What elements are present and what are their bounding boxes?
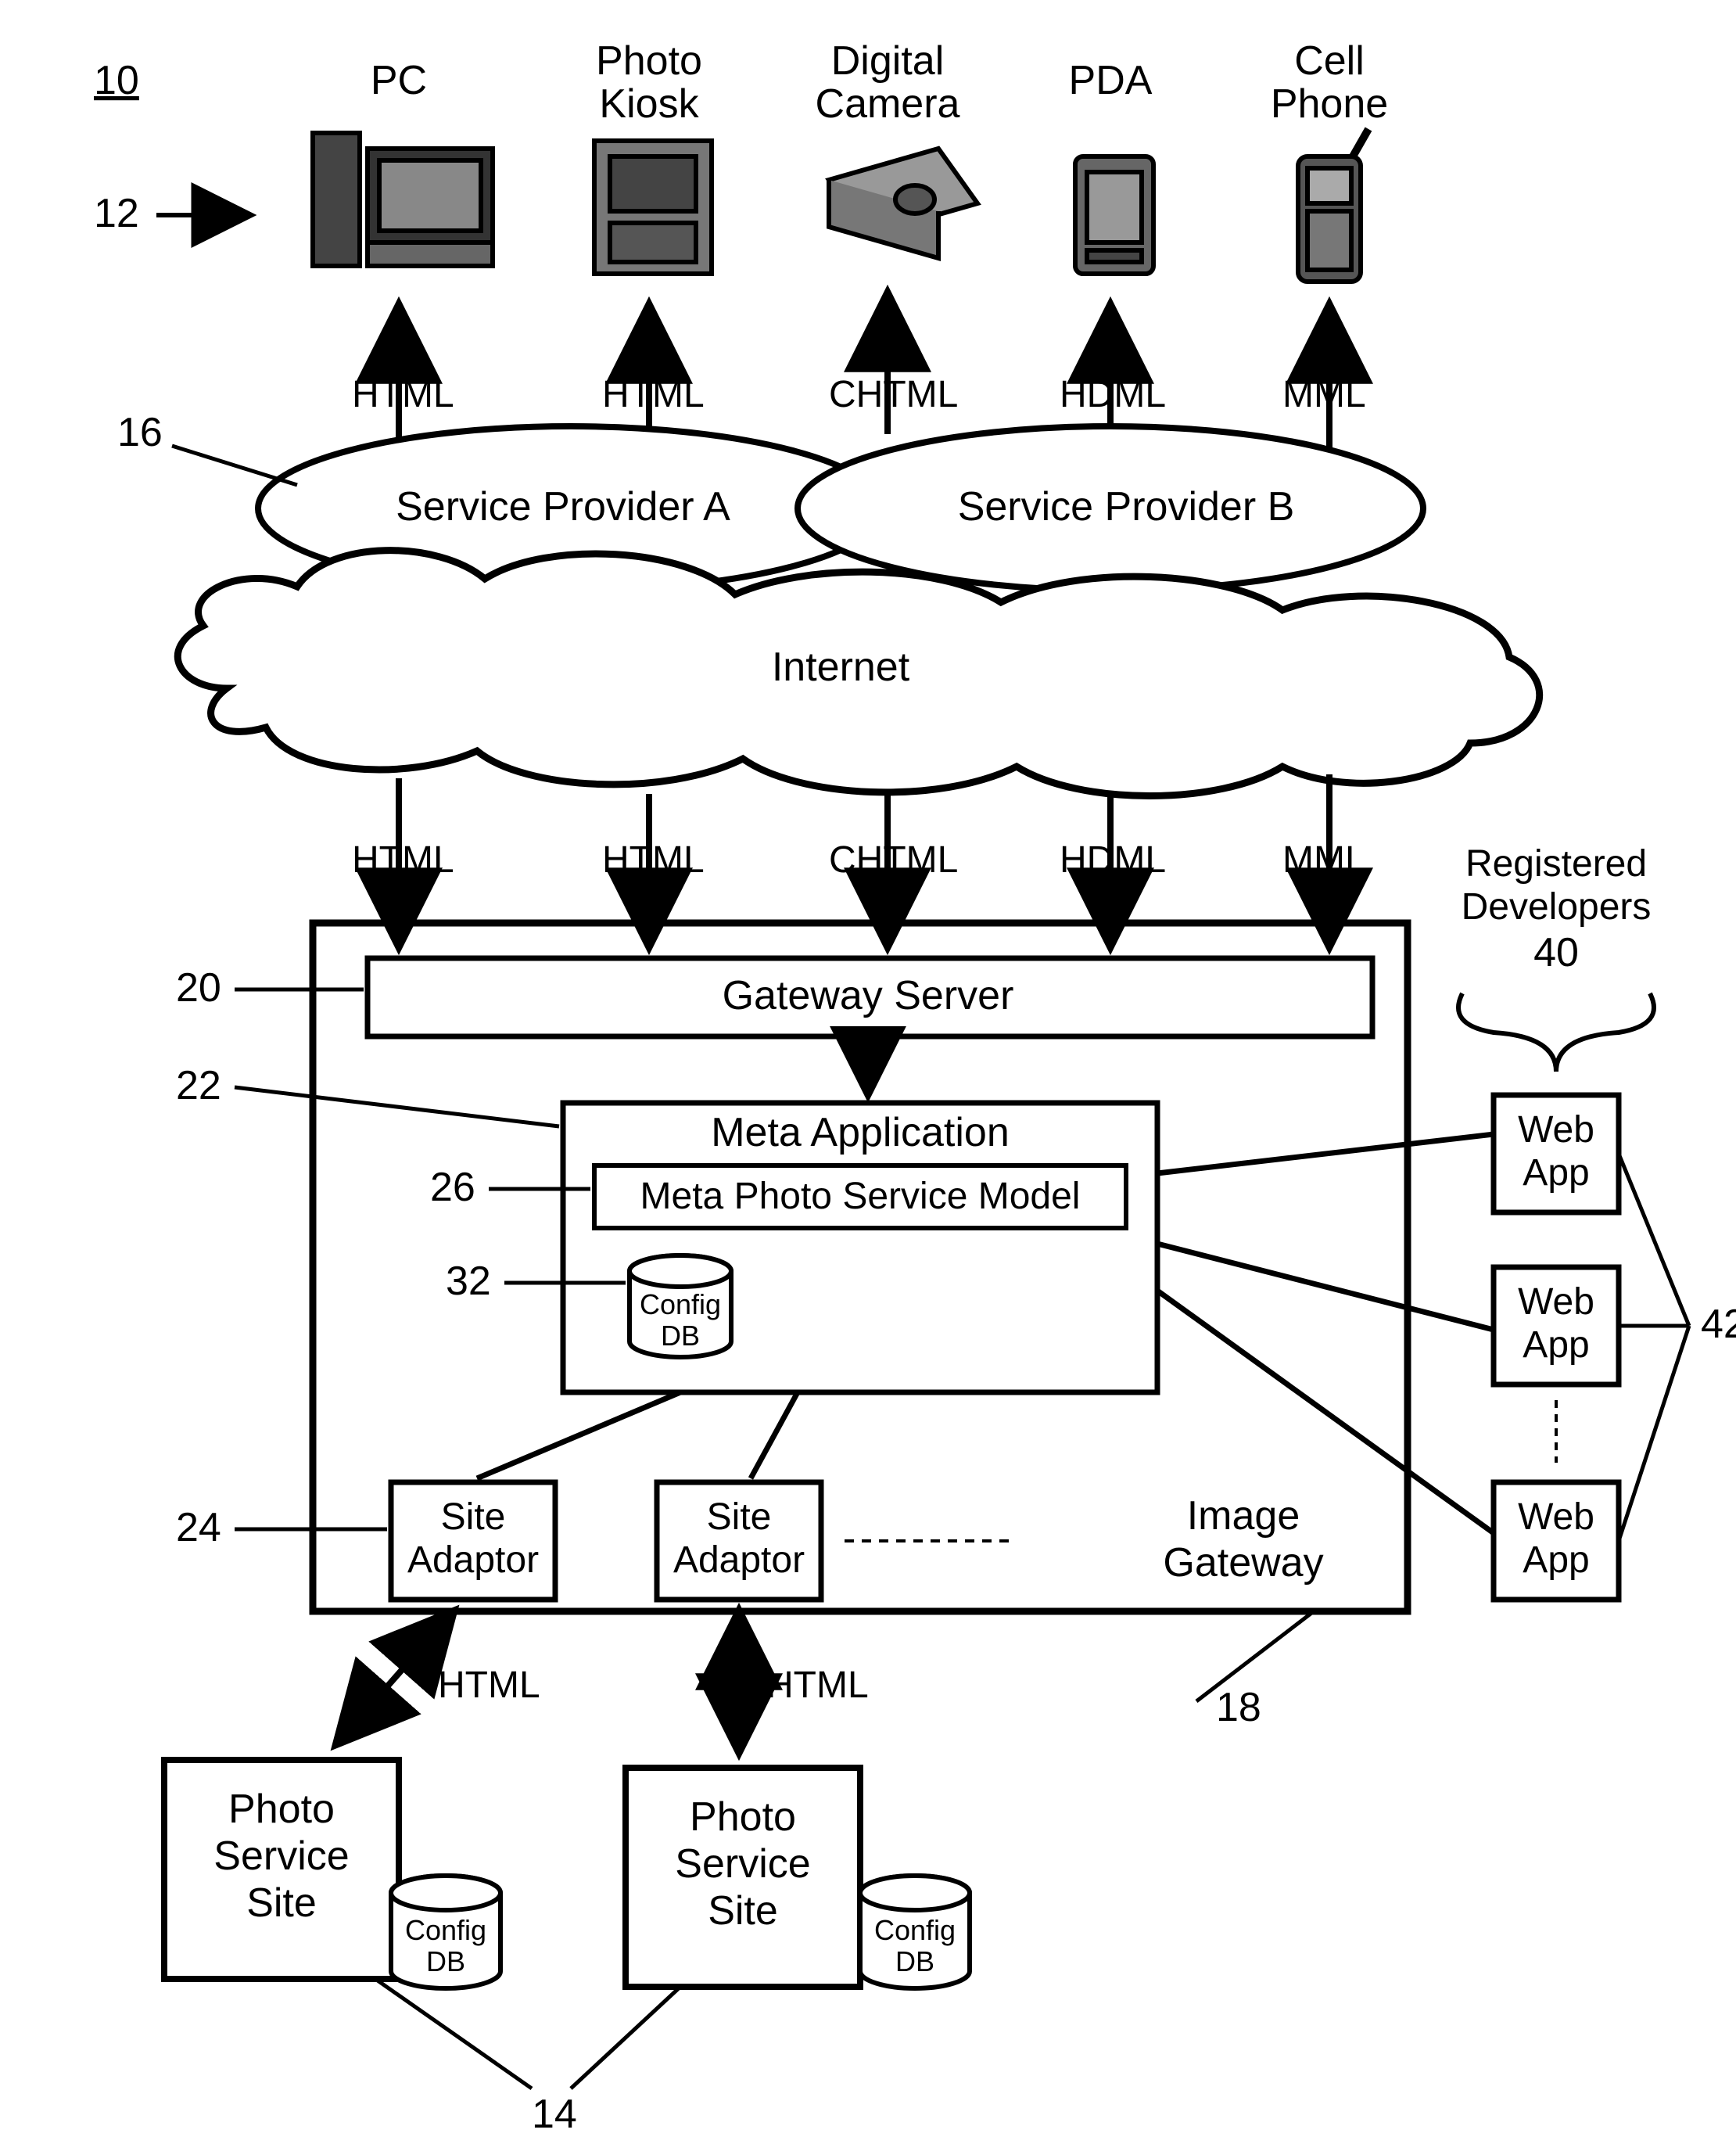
ref-40: 40 [1533, 930, 1579, 975]
pda-icon [1075, 156, 1153, 274]
proto-top-3: HDML [1060, 374, 1166, 415]
gateway-server-label: Gateway Server [723, 973, 1014, 1018]
svg-text:Config: Config [405, 1914, 486, 1946]
figure-ref: 10 [94, 58, 139, 103]
svg-text:Photo: Photo [690, 1794, 796, 1840]
svg-text:App: App [1523, 1324, 1589, 1366]
kiosk-icon [594, 141, 712, 274]
kiosk-label-1: Photo [596, 38, 702, 84]
meta-app-label: Meta Application [711, 1110, 1010, 1155]
phone-label-1: Cell [1294, 38, 1365, 84]
proto-mid-2: CHTML [829, 839, 958, 881]
site-adaptor-1-l1: Site [441, 1496, 506, 1538]
svg-text:Site: Site [708, 1888, 778, 1934]
site-adaptor-2-l1: Site [707, 1496, 772, 1538]
svg-text:Web: Web [1518, 1281, 1594, 1323]
proto-top-4: MML [1282, 374, 1366, 415]
config-db-label-1: Config [640, 1288, 721, 1320]
config-db-label-2: DB [661, 1320, 700, 1352]
proto-mid-0: HTML [352, 839, 454, 881]
svg-text:Service: Service [675, 1841, 810, 1887]
site-adaptor-1-l2: Adaptor [407, 1539, 539, 1581]
svg-text:Web: Web [1518, 1109, 1594, 1151]
site-adaptor-2-l2: Adaptor [673, 1539, 805, 1581]
kiosk-label-2: Kiosk [599, 81, 699, 127]
ref-32: 32 [446, 1259, 491, 1304]
proto-mid-3: HDML [1060, 839, 1166, 881]
svg-text:DB: DB [895, 1945, 934, 1977]
svg-text:DB: DB [426, 1945, 465, 1977]
proto-top-0: HTML [352, 374, 454, 415]
svg-text:Photo: Photo [228, 1787, 335, 1832]
ref-26: 26 [430, 1165, 475, 1210]
provider-a-label: Service Provider A [396, 484, 730, 530]
camera-label-1: Digital [831, 38, 945, 84]
reg-dev-label-1: Registered [1465, 843, 1647, 885]
svg-text:Site: Site [246, 1880, 317, 1926]
proto-top-1: HTML [602, 374, 705, 415]
html-b-1: HTML [438, 1665, 540, 1706]
ref-20: 20 [176, 965, 221, 1011]
reg-dev-label-2: Developers [1462, 886, 1652, 928]
pda-label: PDA [1069, 58, 1153, 103]
proto-top-2: CHTML [829, 374, 958, 415]
pc-label: PC [371, 58, 427, 103]
ref-22: 22 [176, 1063, 221, 1108]
svg-text:Config: Config [874, 1914, 956, 1946]
ref-16: 16 [117, 410, 163, 455]
meta-model-label: Meta Photo Service Model [640, 1176, 1081, 1217]
phone-label-2: Phone [1271, 81, 1388, 127]
proto-mid-1: HTML [602, 839, 705, 881]
camera-label-2: Camera [816, 81, 960, 127]
phone-icon [1298, 129, 1368, 282]
ref-24: 24 [176, 1505, 221, 1550]
ref-42: 42 [1701, 1302, 1736, 1347]
image-gateway-label-2: Gateway [1163, 1540, 1323, 1586]
internet-label: Internet [772, 645, 910, 690]
provider-b-label: Service Provider B [958, 484, 1295, 530]
ref-18: 18 [1216, 1685, 1261, 1730]
pc-icon [313, 133, 493, 266]
html-b-2: HTML [766, 1665, 869, 1706]
camera-icon [829, 149, 977, 258]
svg-text:Service: Service [213, 1833, 349, 1879]
brace-icon [1458, 993, 1654, 1072]
image-gateway-label-1: Image [1187, 1493, 1300, 1539]
svg-text:App: App [1523, 1152, 1589, 1194]
proto-mid-4: MML [1282, 839, 1366, 881]
ref-14: 14 [532, 2092, 577, 2137]
svg-text:Web: Web [1518, 1496, 1594, 1538]
row-ref: 12 [94, 191, 139, 236]
svg-text:App: App [1523, 1539, 1589, 1581]
